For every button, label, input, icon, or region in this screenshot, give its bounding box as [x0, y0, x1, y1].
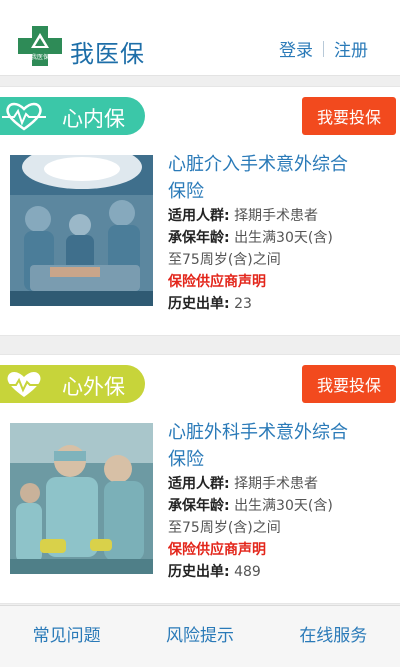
logo-icon: 我医保	[18, 26, 62, 66]
app-title: 我医保	[70, 40, 145, 68]
register-link[interactable]: 注册	[334, 36, 368, 61]
age-row: 承保年龄: 出生满30天(含)	[168, 495, 393, 517]
product-title-line: 保险	[168, 181, 204, 202]
category-tag: 心内保	[0, 97, 145, 135]
audience-label: 适用人群:	[168, 208, 230, 224]
category-label: 心内保	[62, 107, 125, 131]
logo-text: 我医保	[31, 53, 49, 61]
sold-row: 历史出单: 23	[168, 293, 393, 315]
nav-online-service[interactable]: 在线服务	[267, 606, 400, 667]
product-title-line: 保险	[168, 449, 204, 470]
heart-pulse-icon	[2, 102, 46, 131]
sold-count: 489	[234, 564, 261, 580]
product-title-line: 心脏介入手术意外综合	[168, 154, 348, 175]
login-link[interactable]: 登录	[279, 36, 313, 61]
provider-notice-link[interactable]: 保险供应商声明	[168, 271, 393, 293]
audience-row: 适用人群: 择期手术患者	[168, 205, 393, 227]
age-label: 承保年龄:	[168, 498, 230, 514]
age-label: 承保年龄:	[168, 230, 230, 246]
sold-label: 历史出单:	[168, 564, 230, 580]
product-title-line: 心脏外科手术意外综合	[168, 422, 348, 443]
product-image[interactable]	[10, 423, 153, 574]
audience-label: 适用人群:	[168, 476, 230, 492]
sold-count: 23	[234, 296, 252, 312]
age-value: 出生满30天(含)	[234, 230, 333, 246]
product-title[interactable]: 心脏外科手术意外综合 保险	[168, 419, 393, 473]
age-value: 出生满30天(含)	[234, 498, 333, 514]
age-row: 承保年龄: 出生满30天(含)	[168, 227, 393, 249]
buy-insurance-button[interactable]: 我要投保	[302, 365, 396, 403]
nav-risk-notice[interactable]: 风险提示	[133, 606, 266, 667]
category-tag: 心外保	[0, 365, 145, 403]
auth-links: 登录 注册	[279, 36, 368, 61]
audience-value: 择期手术患者	[234, 208, 319, 224]
product-info: 心脏介入手术意外综合 保险 适用人群: 择期手术患者 承保年龄: 出生满30天(…	[168, 151, 393, 315]
product-image[interactable]	[10, 155, 153, 306]
provider-notice-link[interactable]: 保险供应商声明	[168, 539, 393, 561]
bottom-nav: 常见问题 风险提示 在线服务	[0, 605, 400, 667]
auth-divider	[323, 40, 324, 57]
product-title[interactable]: 心脏介入手术意外综合 保险	[168, 151, 393, 205]
product-card: 心外保 我要投保 心脏外科手术意外综合 保险 适用人群: 择期手术患者 承保年龄…	[0, 354, 400, 604]
age-value-continued: 至75周岁(含)之间	[168, 520, 281, 536]
product-card: 心内保 我要投保 心脏介入手术意外综合 保险 适用人群: 择期手术患者 承保年龄…	[0, 86, 400, 336]
age-value-continued: 至75周岁(含)之间	[168, 252, 281, 268]
buy-insurance-button[interactable]: 我要投保	[302, 97, 396, 135]
app-screen: 我医保 我医保 登录 注册 心内保 我要投保 心脏介入手术意外综合 保险 适用人…	[0, 0, 400, 667]
product-info: 心脏外科手术意外综合 保险 适用人群: 择期手术患者 承保年龄: 出生满30天(…	[168, 419, 393, 583]
nav-faq[interactable]: 常见问题	[0, 606, 133, 667]
audience-row: 适用人群: 择期手术患者	[168, 473, 393, 495]
audience-value: 择期手术患者	[234, 476, 319, 492]
sold-row: 历史出单: 489	[168, 561, 393, 583]
category-label: 心外保	[62, 375, 125, 399]
sold-label: 历史出单:	[168, 296, 230, 312]
header-bar: 我医保 我医保 登录 注册	[0, 0, 400, 76]
heart-pulse-icon	[6, 372, 42, 397]
